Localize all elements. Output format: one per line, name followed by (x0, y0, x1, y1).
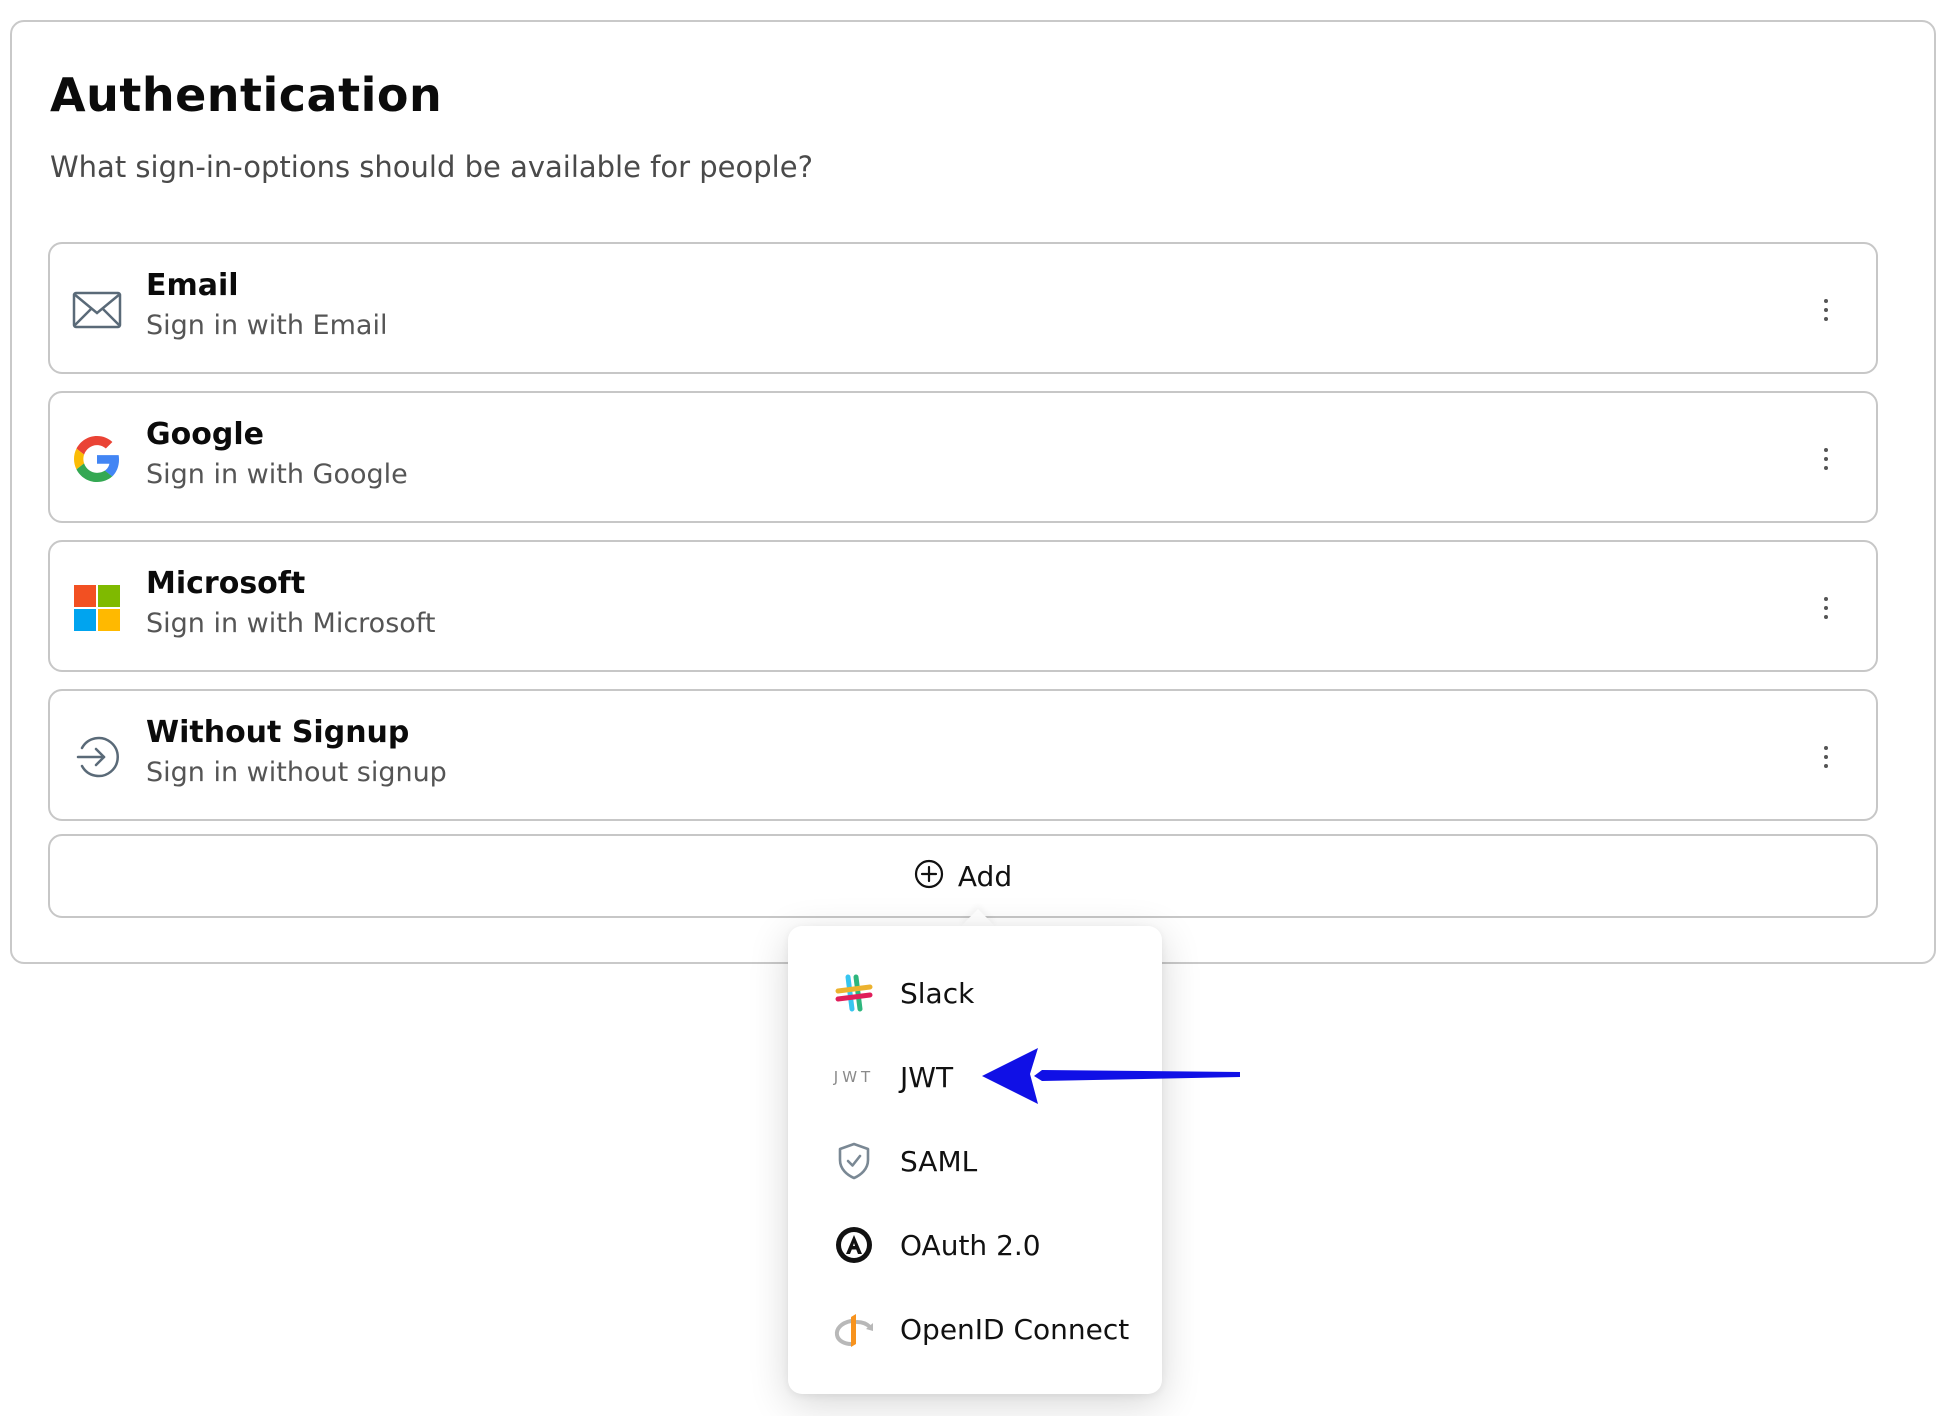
menu-item-oauth[interactable]: OAuth 2.0 (788, 1208, 1162, 1282)
plus-circle-icon (914, 859, 944, 893)
more-options-icon[interactable] (1816, 737, 1836, 777)
menu-item-slack[interactable]: Slack (788, 956, 1162, 1030)
oauth-icon (832, 1223, 876, 1267)
slack-icon (832, 971, 876, 1015)
more-options-icon[interactable] (1816, 439, 1836, 479)
menu-item-label: OAuth 2.0 (900, 1229, 1041, 1262)
menu-item-label: SAML (900, 1145, 977, 1178)
sign-in-arrow-icon (72, 732, 122, 782)
auth-method-description: Sign in with Google (146, 459, 408, 490)
jwt-icon: JWT (832, 1055, 876, 1099)
google-icon (72, 434, 122, 484)
auth-method-description: Sign in with Microsoft (146, 608, 435, 639)
more-options-icon[interactable] (1816, 588, 1836, 628)
menu-item-label: JWT (900, 1061, 953, 1094)
auth-method-name: Without Signup (146, 715, 409, 750)
auth-method-google[interactable]: Google Sign in with Google (48, 391, 1878, 523)
auth-method-name: Email (146, 268, 239, 303)
menu-item-label: Slack (900, 977, 974, 1010)
add-button-label: Add (958, 860, 1012, 893)
more-options-icon[interactable] (1816, 290, 1836, 330)
auth-method-microsoft[interactable]: Microsoft Sign in with Microsoft (48, 540, 1878, 672)
shield-check-icon (832, 1139, 876, 1183)
microsoft-icon (72, 583, 122, 633)
page-title: Authentication (50, 68, 442, 122)
menu-item-label: OpenID Connect (900, 1313, 1129, 1346)
auth-method-name: Microsoft (146, 566, 305, 601)
auth-method-without-signup[interactable]: Without Signup Sign in without signup (48, 689, 1878, 821)
auth-method-email[interactable]: Email Sign in with Email (48, 242, 1878, 374)
add-method-dropdown: Slack JWT JWT SAML OAuth 2.0 (788, 926, 1162, 1394)
auth-method-description: Sign in without signup (146, 757, 447, 788)
page-subtitle: What sign-in-options should be available… (50, 150, 813, 184)
add-auth-method-button[interactable]: Add (48, 834, 1878, 918)
menu-item-openid[interactable]: OpenID Connect (788, 1292, 1162, 1366)
auth-method-description: Sign in with Email (146, 310, 387, 341)
auth-method-name: Google (146, 417, 264, 452)
envelope-icon (72, 285, 122, 335)
annotation-arrow-icon (978, 1036, 1248, 1116)
openid-icon (832, 1307, 876, 1351)
menu-item-saml[interactable]: SAML (788, 1124, 1162, 1198)
